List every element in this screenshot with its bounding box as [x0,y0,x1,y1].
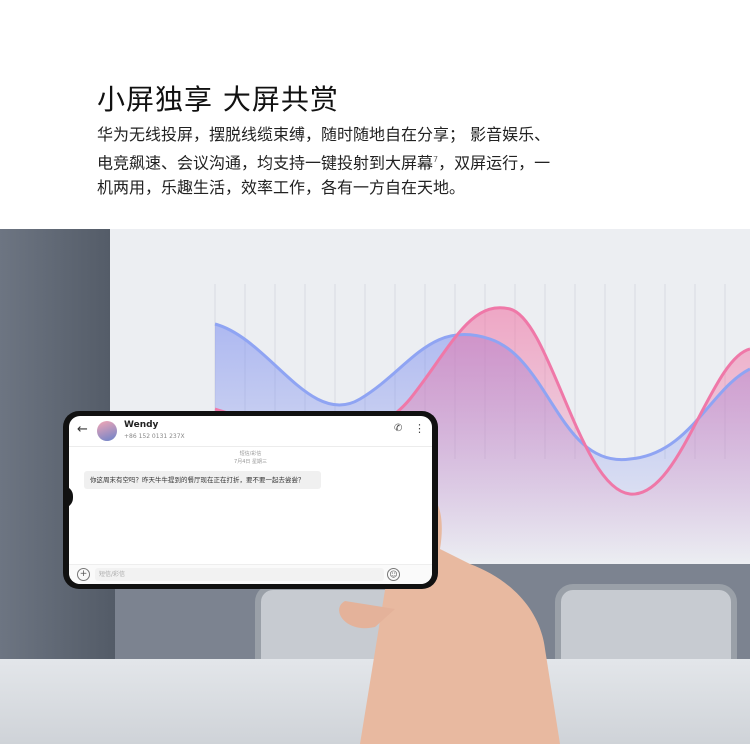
plus-icon[interactable]: + [77,568,90,581]
more-icon[interactable]: ⋮ [414,422,425,435]
back-arrow-icon[interactable]: ← [77,422,88,437]
message-input[interactable]: 短信/彩信 [95,568,384,581]
avatar[interactable] [97,421,117,441]
desc-line1: 华为无线投屏，摆脱线缆束缚，随时随地自在分享； 影音娱乐、 [97,125,551,144]
message-type-label: 短信/彩信 [239,451,262,457]
message-time: 7月4日 星期三 [234,459,267,465]
smartphone: ← Wendy +86 152 0131 237X ✆ ⋮ 短信/彩信 7月4日… [63,411,438,589]
desc-line2-end: ，双屏运行，一 [438,153,551,173]
desc-line3: 机两用，乐趣生活，效率工作，各有一方自在天地。 [97,178,466,198]
phone-icon[interactable]: ✆ [394,423,402,434]
chat-header: ← Wendy +86 152 0131 237X ✆ ⋮ [69,416,432,447]
headline: 小屏独享 大屏共赏 [97,83,339,116]
description: 华为无线投屏，摆脱线缆束缚，随时随地自在分享； 影音娱乐、 电竞飙速、会议沟通，… [97,122,617,200]
phone-screen: ← Wendy +86 152 0131 237X ✆ ⋮ 短信/彩信 7月4日… [69,416,432,584]
message-bubble: 你这周末有空吗？昨天牛牛提到的餐厅现在正在打折，要不要一起去尝尝？ [84,471,321,489]
contact-name: Wendy [124,420,159,430]
compose-bar: + 短信/彩信 ☺ [69,564,432,584]
desc-line2: 电竞飙速、会议沟通，均支持一键投射到大屏幕 [97,153,434,173]
contact-number: +86 152 0131 237X [124,433,185,440]
emoji-icon[interactable]: ☺ [387,568,400,581]
